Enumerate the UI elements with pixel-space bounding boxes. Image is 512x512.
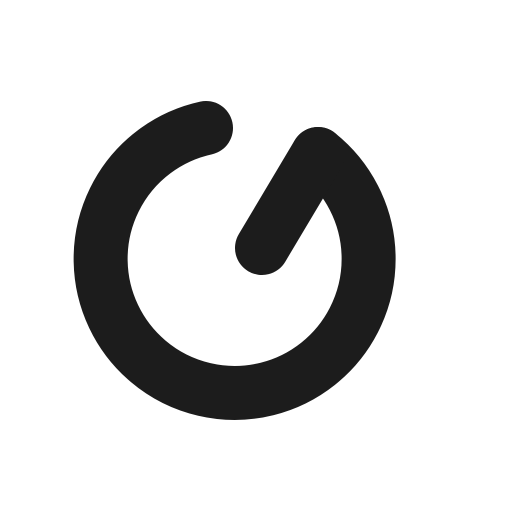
circular-arrow-logo-icon (73, 101, 396, 420)
logo-needle (235, 127, 345, 275)
logo-canvas (0, 0, 512, 512)
